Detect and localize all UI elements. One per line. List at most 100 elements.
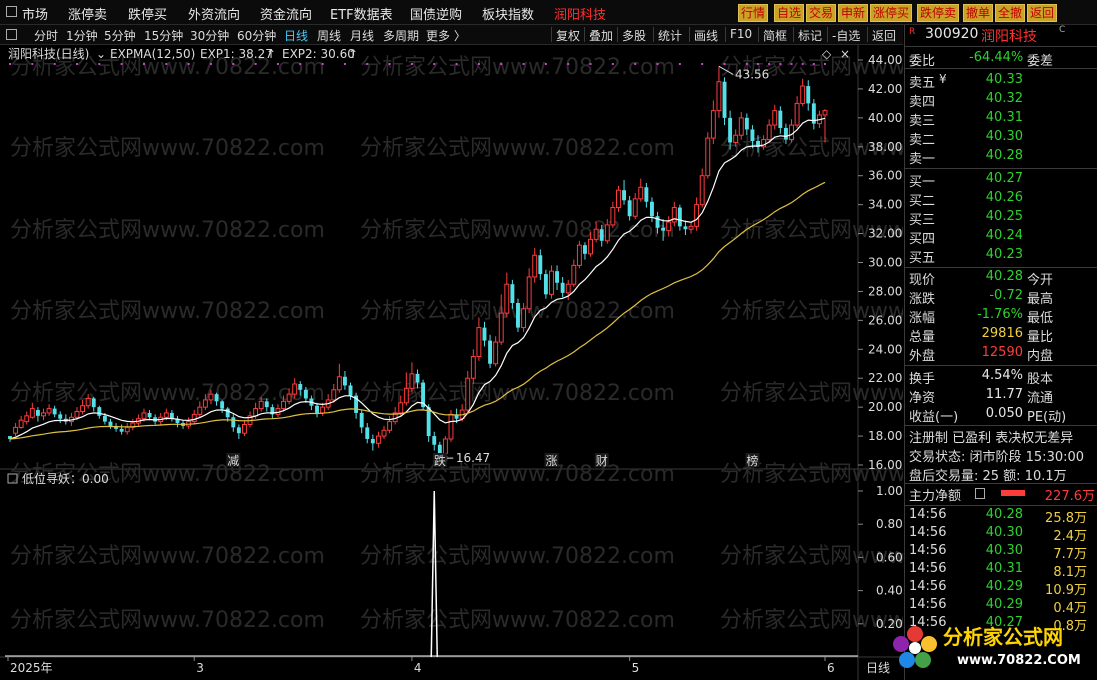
period-tab-4[interactable]: 30分钟 (190, 27, 229, 44)
tick-time: 14:56 (909, 597, 947, 612)
ask-price[interactable]: 40.30 (969, 129, 1023, 144)
indicator-name[interactable]: EXPMA(12,50) (110, 47, 195, 61)
ask-label: 卖二 (909, 133, 936, 148)
ask-price[interactable]: 40.33 (969, 72, 1023, 87)
kline-chart[interactable]: 分析家公式网www.70822.com 分析家公式网www.70822.com 分析… (0, 45, 903, 680)
menu-item-2[interactable]: 跌停买 (128, 4, 167, 23)
candle-body (783, 127, 788, 140)
period-tab-7[interactable]: 周线 (317, 27, 341, 44)
bid-price[interactable]: 40.27 (969, 171, 1023, 186)
period-tab-0[interactable]: 分时 (34, 27, 58, 44)
period-tab-1[interactable]: 1分钟 (66, 27, 98, 44)
bid-label: 买二 (909, 194, 936, 209)
divider (905, 68, 1097, 69)
period-toolbar: 分时 1分钟 5分钟 15分钟 30分钟 60分钟 日线 周线 月线 多周期 更多 〉 复权 叠加 多股统… (0, 25, 903, 45)
period-tab-2[interactable]: 5分钟 (104, 27, 136, 44)
ask-price[interactable]: 40.28 (969, 148, 1023, 163)
menu-item-5[interactable]: ETF数据表 (330, 4, 393, 23)
toolbar-item-6[interactable]: 简框 (763, 27, 787, 44)
toolbar-item-0[interactable]: 复权 (556, 27, 580, 44)
top-button-4[interactable]: 涨停买 (870, 4, 913, 22)
watermark-text: 分析家公式网www.70822.com (10, 544, 325, 569)
toolbar-separator (827, 27, 828, 42)
toolbar-item-9[interactable]: 返回 (872, 27, 896, 44)
toolbar-item-5[interactable]: F10 (730, 27, 752, 41)
tick-price: 40.28 (985, 507, 1023, 522)
bid-price[interactable]: 40.23 (969, 247, 1023, 262)
stat2-label: 收益(一) (909, 410, 959, 425)
menu-item-3[interactable]: 外资流向 (188, 4, 240, 23)
top-button-2[interactable]: 交易 (806, 4, 837, 22)
ask-row: 卖四 40.32 (905, 91, 1097, 110)
stat2-label: 换手 (909, 372, 936, 387)
close-icon[interactable]: × (840, 47, 850, 61)
event-tag[interactable]: 减 (227, 454, 239, 468)
candle-body (705, 137, 711, 177)
toolbar-item-3[interactable]: 统计 (658, 27, 682, 44)
menu-square-icon[interactable] (6, 6, 17, 17)
menu-item-0[interactable]: 市场 (22, 4, 48, 23)
exp2-label: EXP2: 30.60 (282, 47, 355, 61)
sub-y-tick-label: 0.80 (876, 517, 903, 531)
top-button-0[interactable]: 行情 (738, 4, 769, 22)
main-flow-row[interactable]: 主力净额 227.6万 (905, 485, 1097, 504)
candle-body (576, 244, 582, 266)
candle-body (315, 405, 319, 413)
ask-price[interactable]: 40.31 (969, 110, 1023, 125)
stat-row: 现价 40.28 今开 (905, 269, 1097, 288)
period-tab-5[interactable]: 60分钟 (237, 27, 276, 44)
bid-row: 买三 40.25 (905, 209, 1097, 228)
candle-body (231, 417, 236, 428)
toolbar-separator (551, 27, 552, 42)
toolbar-item-7[interactable]: 标记 (798, 27, 822, 44)
event-tag[interactable]: 榜 (746, 453, 758, 468)
candle-body (638, 186, 644, 200)
menu-item-4[interactable]: 资金流向 (260, 4, 312, 23)
bid-price[interactable]: 40.25 (969, 209, 1023, 224)
candle-body (806, 86, 811, 104)
candle-body (565, 283, 571, 294)
event-tag[interactable]: 跌 (434, 453, 446, 468)
x-tick-label: 6 (827, 661, 835, 675)
bid-price[interactable]: 40.24 (969, 228, 1023, 243)
toolbar-item-8[interactable]: -自选 (832, 27, 860, 44)
ask-label: 卖三 (909, 114, 936, 129)
x-tick-label: 4 (414, 661, 422, 675)
candle-body (119, 428, 124, 432)
stat-right-label: 最低 (1027, 311, 1054, 326)
chevron-down-icon[interactable]: ⌄ (96, 47, 106, 61)
candle-body (448, 413, 454, 440)
top-button-7[interactable]: 全撤 (995, 4, 1026, 22)
period-tab-8[interactable]: 月线 (350, 27, 374, 44)
top-button-3[interactable]: 申新 (838, 4, 869, 22)
period-tab-10[interactable]: 更多 〉 (426, 27, 466, 44)
period-tab-9[interactable]: 多周期 (383, 27, 419, 44)
event-tag[interactable]: 财 (596, 454, 608, 468)
ask-price[interactable]: 40.32 (969, 91, 1023, 106)
menu-item-6[interactable]: 国债逆购 (410, 4, 462, 23)
signal-dot (232, 63, 235, 65)
toolbar-item-2[interactable]: 多股 (622, 27, 646, 44)
period-tab-6[interactable]: 日线 (284, 27, 308, 44)
toolbar-item-4[interactable]: 画线 (694, 27, 718, 44)
toolbar-square-icon[interactable] (6, 29, 17, 40)
top-button-1[interactable]: 自选 (774, 4, 805, 22)
watermark-text: 分析家公式网www.70822.com (360, 136, 675, 161)
list-icon[interactable] (975, 488, 985, 499)
toolbar-item-1[interactable]: 叠加 (589, 27, 613, 44)
menu-item-1[interactable]: 涨停卖 (68, 4, 107, 23)
watermark-text: 分析家公式网www.70822.com (10, 299, 325, 324)
top-button-5[interactable]: 跌停卖 (917, 4, 960, 22)
diamond-icon[interactable]: ◇ (822, 47, 832, 61)
top-button-6[interactable]: 撤单 (963, 4, 994, 22)
period-tab-3[interactable]: 15分钟 (144, 27, 183, 44)
y-tick-label: 28.00 (868, 284, 902, 298)
toolbar-separator (653, 27, 654, 42)
watermark-text: 分析家公式网www.70822.com (360, 55, 675, 80)
bid-price[interactable]: 40.26 (969, 190, 1023, 205)
menu-item-7[interactable]: 板块指数 (482, 4, 534, 23)
top-button-8[interactable]: 返回 (1027, 4, 1058, 22)
event-tag[interactable]: 涨 (545, 453, 557, 468)
stat-label: 总量 (909, 330, 936, 345)
menu-item-8[interactable]: 润阳科技 (554, 4, 606, 23)
